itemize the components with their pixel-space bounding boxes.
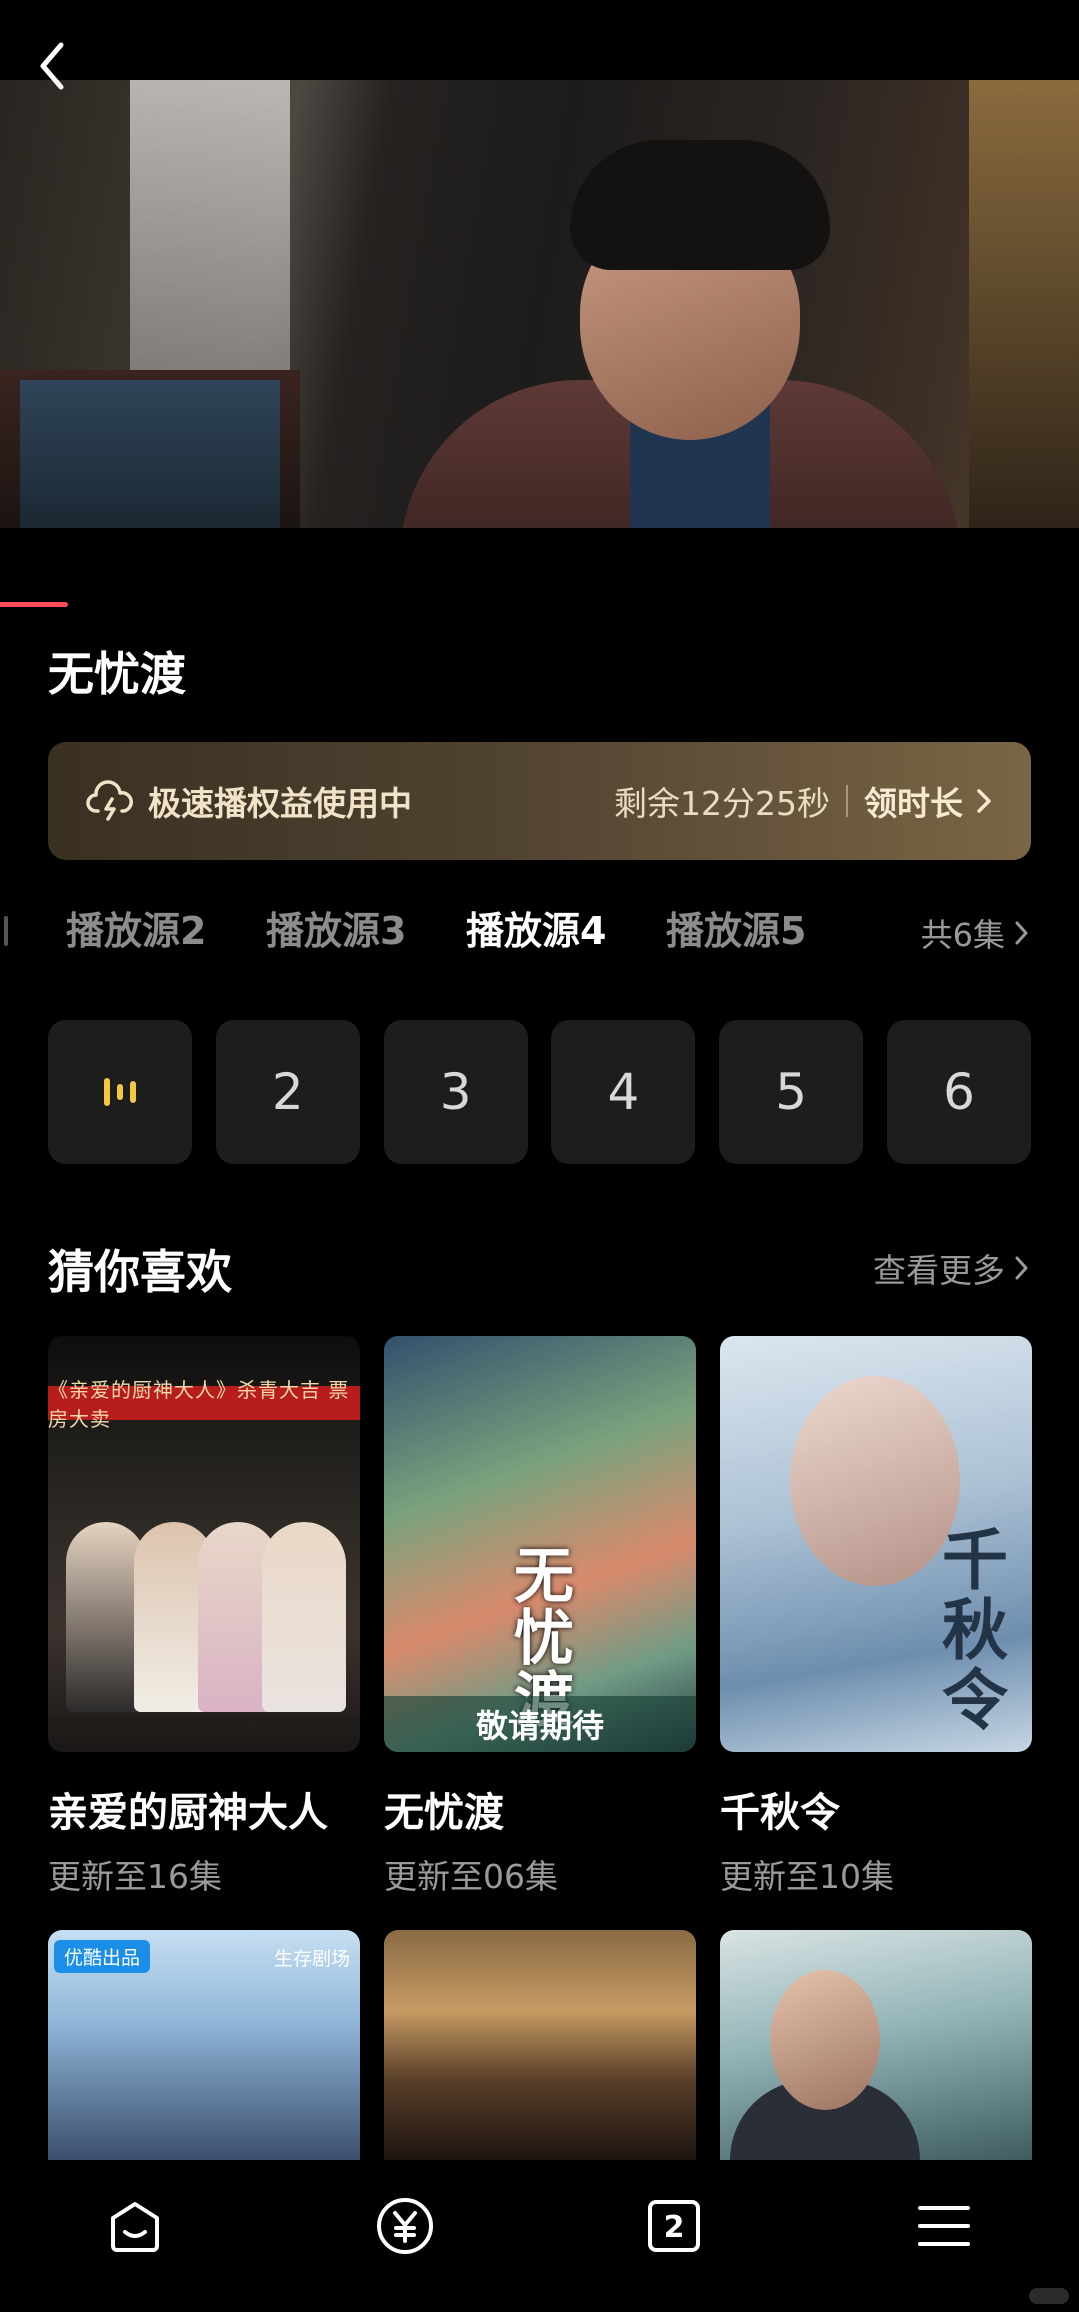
episode-button[interactable]: 3 bbox=[383, 1020, 528, 1164]
video-scene-lamp bbox=[969, 80, 1079, 528]
episode-total-link[interactable]: 共6集 bbox=[921, 910, 1031, 956]
speed-play-status: 极速播权益使用中 bbox=[148, 784, 412, 823]
recommend-card[interactable]: 《亲爱的厨神大人》杀青大吉 票房大卖 亲爱的厨神大人 更新至16集 bbox=[48, 1336, 360, 1898]
episode-grid: 2 3 4 5 6 bbox=[48, 1020, 1031, 1164]
poster-image bbox=[720, 1930, 1032, 2160]
poster-banner: 《亲爱的厨神大人》杀青大吉 票房大卖 bbox=[48, 1378, 360, 1431]
recommend-card[interactable]: 千秋令 千秋令 更新至10集 bbox=[720, 1336, 1032, 1898]
episode-button[interactable]: 4 bbox=[551, 1020, 696, 1164]
poster-badge: 优酷出品 bbox=[54, 1940, 151, 1973]
menu-button[interactable] bbox=[899, 2181, 989, 2271]
card-title: 亲爱的厨神大人 bbox=[48, 1790, 328, 1836]
recommend-card[interactable]: 优酷出品 生存剧场 bbox=[48, 1930, 360, 2160]
tab-count-icon: 2 bbox=[648, 2200, 701, 2252]
card-subtitle: 更新至06集 bbox=[384, 1857, 558, 1896]
payment-button[interactable] bbox=[360, 2181, 450, 2271]
back-button[interactable] bbox=[28, 36, 76, 96]
chevron-right-icon bbox=[977, 789, 991, 813]
yuan-icon bbox=[376, 2198, 433, 2254]
tabs-button[interactable]: 2 bbox=[629, 2181, 719, 2271]
episode-button[interactable]: 2 bbox=[215, 1020, 360, 1164]
source-tabs: 播放源2 播放源3 播放源4 播放源5 共6集 bbox=[0, 900, 1079, 962]
poster-image: 优酷出品 生存剧场 bbox=[48, 1930, 360, 2160]
video-player[interactable] bbox=[0, 0, 1079, 530]
poster-image: 无忧渡 敬请期待 bbox=[384, 1336, 696, 1752]
poster-caption: 敬请期待 bbox=[384, 1696, 696, 1752]
cloud-lightning-icon bbox=[86, 780, 133, 821]
card-title: 千秋令 bbox=[720, 1790, 840, 1836]
video-scene-wall bbox=[130, 80, 290, 370]
watermark bbox=[1029, 2288, 1069, 2304]
chevron-left-icon bbox=[40, 42, 64, 90]
recommend-title: 猜你喜欢 bbox=[48, 1245, 232, 1299]
episode-total: 共6集 bbox=[920, 916, 1005, 954]
divider bbox=[846, 785, 848, 817]
recommend-card[interactable]: 无忧渡 敬请期待 无忧渡 更新至06集 bbox=[384, 1336, 696, 1898]
home-icon bbox=[110, 2202, 159, 2252]
poster-image: 千秋令 bbox=[720, 1336, 1032, 1752]
video-frame[interactable] bbox=[0, 80, 1079, 528]
card-title: 无忧渡 bbox=[384, 1790, 504, 1836]
chevron-right-icon bbox=[1015, 1256, 1028, 1280]
chevron-right-icon bbox=[1015, 921, 1028, 945]
menu-icon bbox=[918, 2206, 971, 2246]
tab-source-3[interactable]: 播放源3 bbox=[266, 900, 406, 955]
recommend-card[interactable] bbox=[384, 1930, 696, 2160]
remaining-time: 剩余12分25秒 bbox=[614, 784, 830, 823]
episode-button[interactable]: 6 bbox=[886, 1020, 1031, 1164]
episode-button[interactable]: 5 bbox=[719, 1020, 864, 1164]
tab-source-2[interactable]: 播放源2 bbox=[66, 900, 206, 955]
speed-play-banner[interactable]: 极速播权益使用中 剩余12分25秒 领时长 bbox=[48, 742, 1031, 860]
show-title: 无忧渡 bbox=[48, 647, 186, 701]
tab-source-4[interactable]: 播放源4 bbox=[466, 900, 606, 955]
episode-1-playing[interactable] bbox=[48, 1020, 192, 1164]
poster-image bbox=[384, 1930, 696, 2160]
tab-source-5[interactable]: 播放源5 bbox=[666, 900, 806, 955]
poster-badge-secondary: 生存剧场 bbox=[273, 1948, 350, 1970]
video-scene-actor bbox=[400, 140, 960, 528]
see-more-label: 查看更多 bbox=[873, 1251, 1005, 1290]
poster-image: 《亲爱的厨神大人》杀青大吉 票房大卖 bbox=[48, 1336, 360, 1752]
card-subtitle: 更新至10集 bbox=[720, 1857, 894, 1896]
home-button[interactable] bbox=[90, 2181, 180, 2271]
source-scroll-edge bbox=[4, 916, 8, 946]
playback-progress-bar[interactable] bbox=[0, 602, 68, 607]
recommend-card[interactable] bbox=[720, 1930, 1032, 2160]
get-time-link[interactable]: 领时长 bbox=[864, 777, 963, 825]
playing-bars-icon bbox=[104, 1072, 136, 1112]
see-more-link[interactable]: 查看更多 bbox=[873, 1244, 1031, 1292]
video-scene-panel bbox=[20, 380, 280, 528]
tab-count: 2 bbox=[664, 2210, 685, 2245]
bottom-navigation: 2 bbox=[0, 2160, 1079, 2312]
poster-title-art: 千秋令 bbox=[942, 1522, 1008, 1739]
card-subtitle: 更新至16集 bbox=[48, 1857, 222, 1896]
